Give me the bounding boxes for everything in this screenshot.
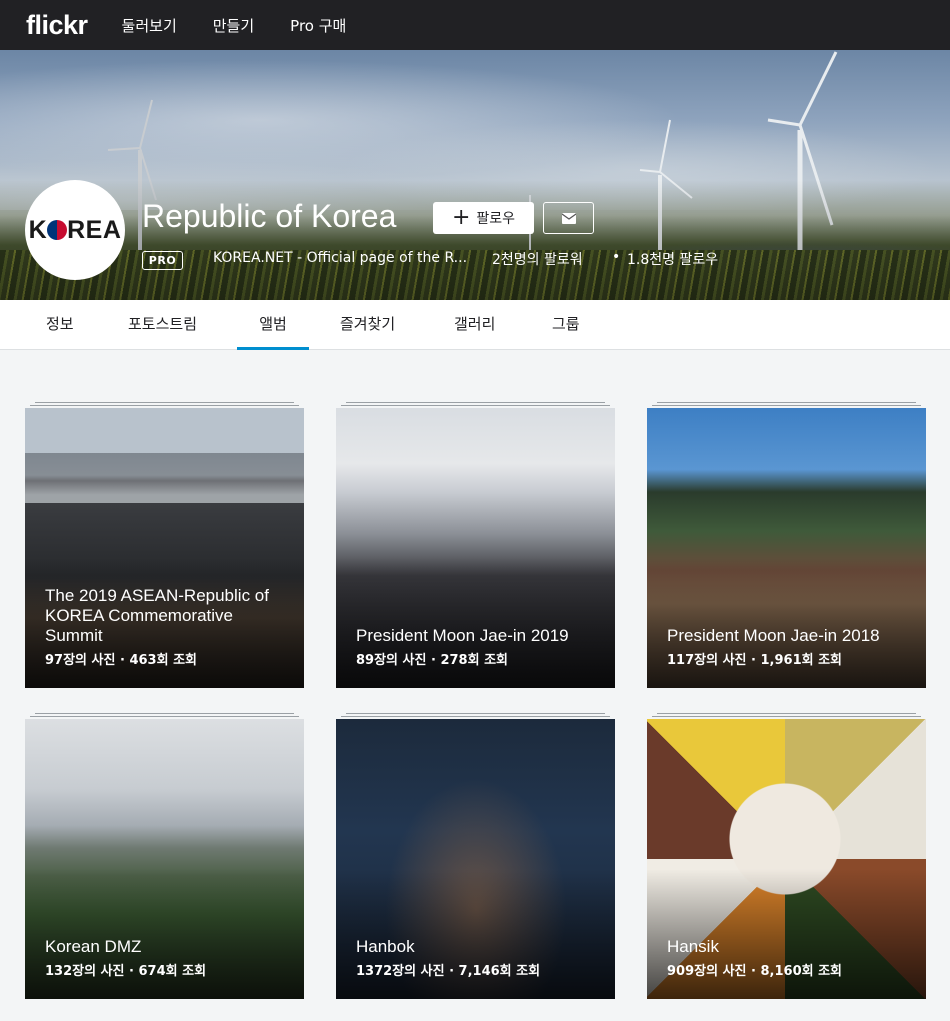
nav-explore[interactable]: 둘러보기 [122, 15, 177, 36]
profile-subnav: 정보 포토스트림 앨범 즐겨찾기 갤러리 그룹 [0, 300, 950, 350]
album-stack-line [341, 405, 610, 406]
taegeuk-icon [47, 219, 68, 240]
album-title: Hansik [667, 937, 719, 956]
tab-about[interactable]: 정보 [46, 300, 74, 350]
album-stack-line [346, 402, 605, 403]
album-title: Hanbok [356, 937, 415, 956]
message-button[interactable] [543, 202, 594, 234]
profile-description[interactable]: KOREA.NET - Official page of the R... [213, 250, 467, 266]
album-meta: 97장의 사진 · 463회 조회 [45, 653, 197, 668]
album-meta: 132장의 사진 · 674회 조회 [45, 964, 207, 979]
album-card-asean-summit[interactable]: The 2019 ASEAN-Republic of KOREA Commemo… [25, 408, 304, 688]
album-meta: 1372장의 사진 · 7,146회 조회 [356, 964, 541, 979]
album-stack-line [341, 716, 610, 717]
tab-albums[interactable]: 앨범 [237, 300, 309, 350]
follow-button[interactable]: + 팔로우 [433, 202, 534, 234]
profile-avatar[interactable]: K REA [25, 180, 125, 280]
album-stack-line [35, 402, 294, 403]
album-stack-line [657, 402, 916, 403]
album-stack-line [657, 713, 916, 714]
album-stack-line [35, 713, 294, 714]
nav-get-pro[interactable]: Pro 구매 [290, 15, 346, 36]
album-meta: 89장의 사진 · 278회 조회 [356, 653, 508, 668]
nav-create[interactable]: 만들기 [213, 15, 254, 36]
followers-count[interactable]: 2천명의 팔로워 [492, 249, 583, 269]
album-card-hansik[interactable]: Hansik 909장의 사진 · 8,160회 조회 [647, 719, 926, 999]
korea-logo: K REA [28, 215, 122, 244]
pro-badge: PRO [142, 251, 183, 270]
album-meta: 117장의 사진 · 1,961회 조회 [667, 653, 843, 668]
album-stack-line [652, 716, 921, 717]
album-stack-line [652, 405, 921, 406]
album-stack-line [346, 713, 605, 714]
album-stack-line [30, 716, 299, 717]
album-title: President Moon Jae-in 2019 [356, 626, 569, 645]
album-stack-line [30, 405, 299, 406]
album-shade [647, 869, 926, 999]
album-title: Korean DMZ [45, 937, 142, 956]
album-card-moon-2019[interactable]: President Moon Jae-in 2019 89장의 사진 · 278… [336, 408, 615, 688]
album-title: The 2019 ASEAN-Republic of KOREA Commemo… [45, 586, 269, 645]
album-shade [25, 869, 304, 999]
tab-photostream[interactable]: 포토스트림 [128, 300, 197, 350]
top-navigation: flickr 둘러보기 만들기 Pro 구매 [0, 0, 950, 50]
profile-name: Republic of Korea [142, 198, 397, 234]
album-shade [336, 558, 615, 688]
tab-favorites[interactable]: 즐겨찾기 [340, 300, 395, 350]
mail-icon [561, 212, 576, 224]
cover-photo: K REA Republic of Korea + 팔로우 PRO KOREA.N… [0, 50, 950, 300]
album-card-moon-2018[interactable]: President Moon Jae-in 2018 117장의 사진 · 1,… [647, 408, 926, 688]
tab-groups[interactable]: 그룹 [552, 300, 580, 350]
album-shade [647, 558, 926, 688]
separator-dot: • [612, 249, 621, 265]
follow-button-label: 팔로우 [476, 211, 516, 227]
album-card-korean-dmz[interactable]: Korean DMZ 132장의 사진 · 674회 조회 [25, 719, 304, 999]
tab-galleries[interactable]: 갤러리 [454, 300, 495, 350]
album-title: President Moon Jae-in 2018 [667, 626, 880, 645]
album-shade [336, 869, 615, 999]
plus-icon: + [451, 205, 471, 230]
album-card-hanbok[interactable]: Hanbok 1372장의 사진 · 7,146회 조회 [336, 719, 615, 999]
album-meta: 909장의 사진 · 8,160회 조회 [667, 964, 843, 979]
flickr-logo[interactable]: flickr [26, 10, 88, 41]
following-count[interactable]: 1.8천명 팔로우 [627, 249, 718, 269]
